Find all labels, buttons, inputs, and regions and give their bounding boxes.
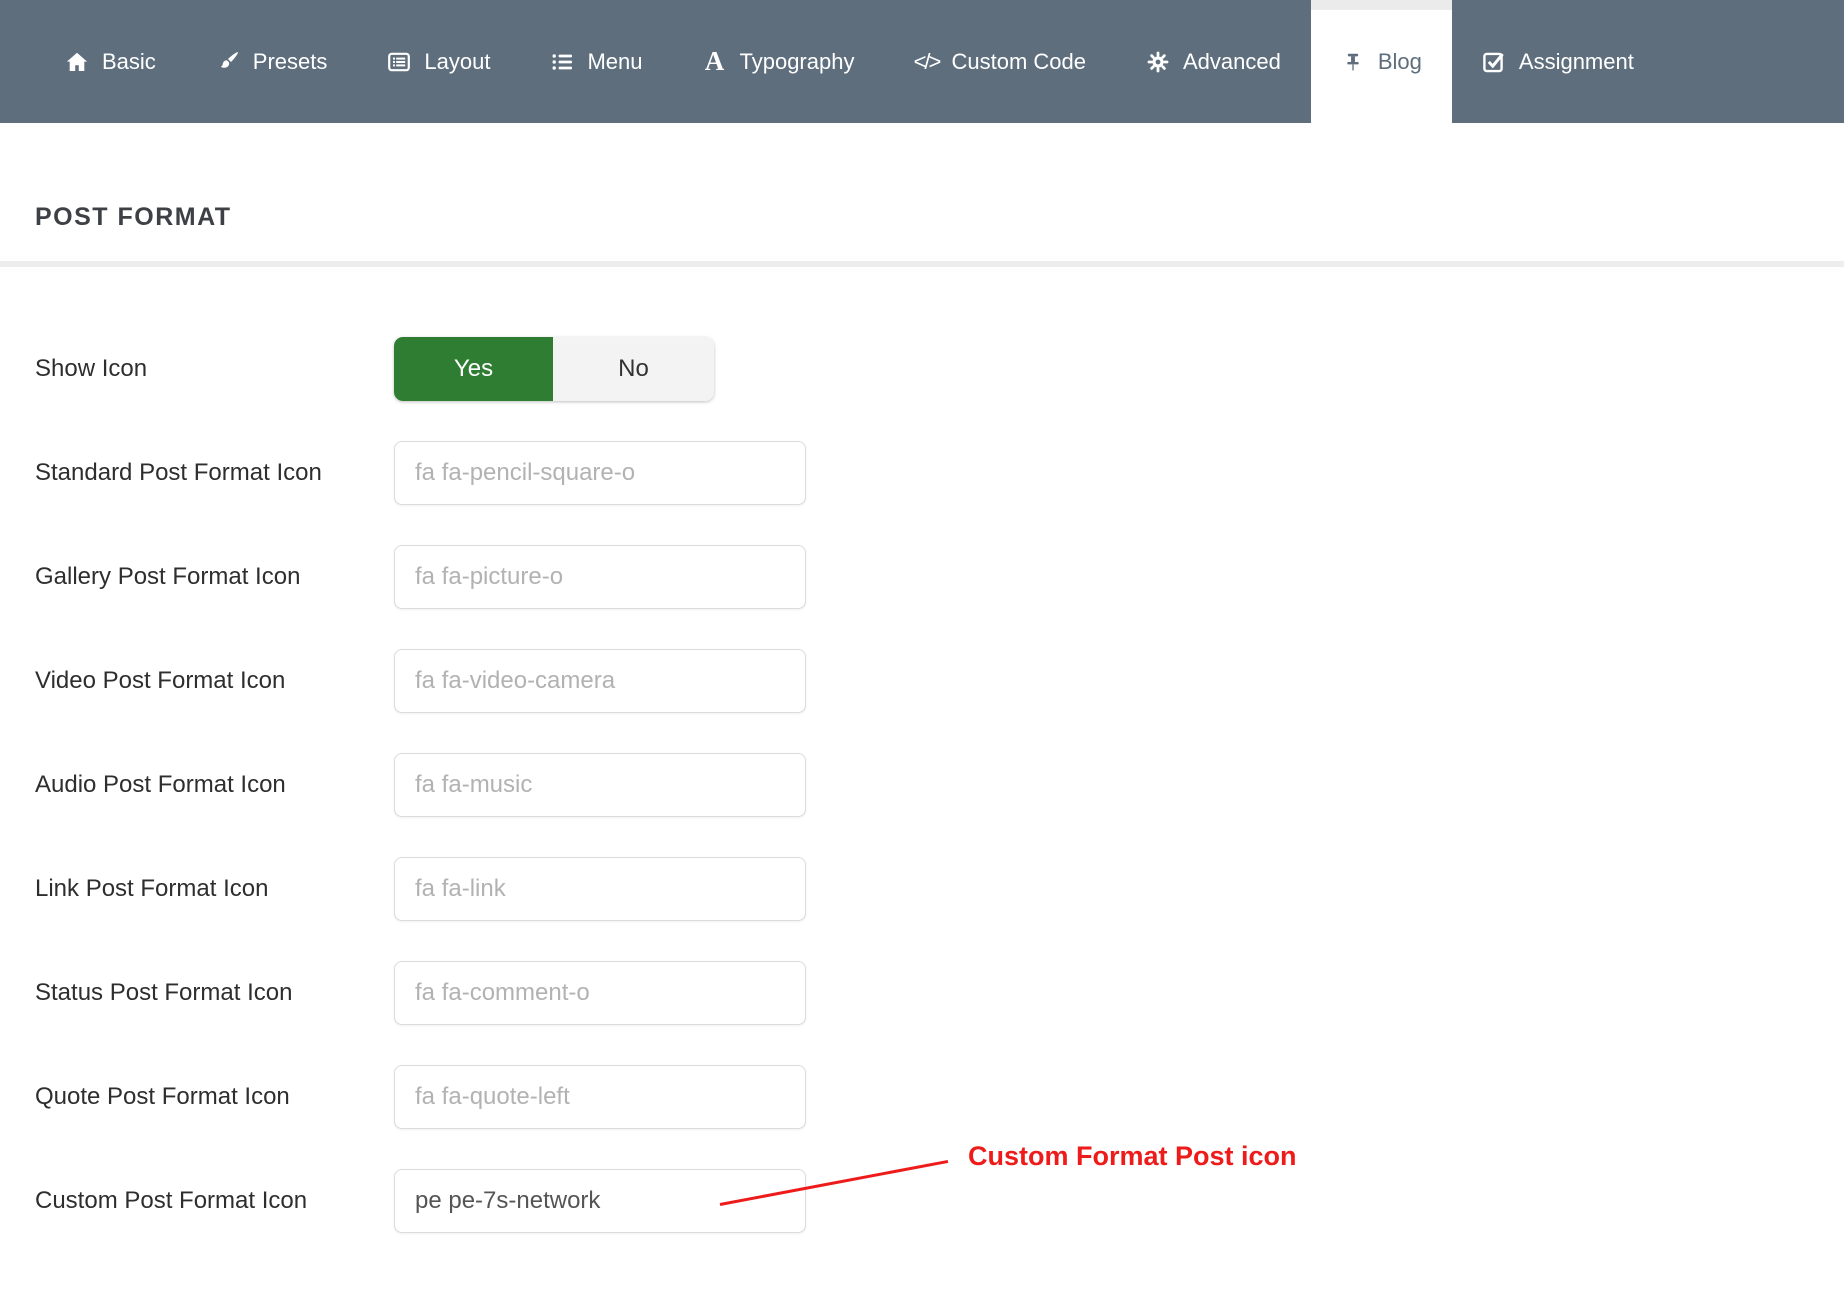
field-label: Link Post Format Icon [35, 875, 394, 903]
field-label: Gallery Post Format Icon [35, 563, 394, 591]
tab-layout[interactable]: Layout [357, 0, 520, 123]
paintbrush-icon [216, 50, 240, 74]
show-icon-no-button[interactable]: No [553, 337, 714, 401]
standard-icon-input[interactable] [394, 441, 806, 505]
check-square-icon [1482, 50, 1506, 74]
show-icon-toggle: Yes No [394, 337, 714, 401]
gear-icon [1146, 50, 1170, 74]
field-label: Status Post Format Icon [35, 979, 394, 1007]
gallery-icon-row: Gallery Post Format Icon [35, 545, 1844, 609]
status-icon-input[interactable] [394, 961, 806, 1025]
tab-label: Assignment [1519, 51, 1634, 73]
tab-label: Menu [587, 51, 642, 73]
code-icon: </> [914, 50, 938, 74]
tab-label: Layout [424, 51, 490, 73]
link-icon-input[interactable] [394, 857, 806, 921]
tab-label: Blog [1378, 51, 1422, 73]
page-title: POST FORMAT [35, 203, 1844, 232]
menu-list-icon [550, 50, 574, 74]
tab-label: Typography [740, 51, 855, 73]
field-label: Audio Post Format Icon [35, 771, 394, 799]
tab-label: Advanced [1183, 51, 1281, 73]
post-format-form: Show Icon Yes No Standard Post Format Ic… [0, 267, 1844, 1233]
tab-typography[interactable]: A Typography [673, 0, 885, 123]
show-icon-yes-button[interactable]: Yes [394, 337, 553, 401]
quote-icon-input[interactable] [394, 1065, 806, 1129]
video-icon-row: Video Post Format Icon [35, 649, 1844, 713]
tab-label: Presets [253, 51, 328, 73]
tab-presets[interactable]: Presets [186, 0, 358, 123]
quote-icon-row: Quote Post Format Icon [35, 1065, 1844, 1129]
tab-blog[interactable]: Blog [1311, 0, 1452, 123]
field-label: Video Post Format Icon [35, 667, 394, 695]
tab-label: Basic [102, 51, 156, 73]
home-icon [65, 50, 89, 74]
gallery-icon-input[interactable] [394, 545, 806, 609]
blog-settings-page: Basic Presets Layout Menu A Typography < [0, 0, 1844, 1295]
typography-icon: A [703, 50, 727, 74]
tab-label: Custom Code [951, 51, 1086, 73]
standard-icon-row: Standard Post Format Icon [35, 441, 1844, 505]
tab-advanced[interactable]: Advanced [1116, 0, 1311, 123]
show-icon-row: Show Icon Yes No [35, 337, 1844, 401]
tab-assignment[interactable]: Assignment [1452, 0, 1664, 123]
audio-icon-input[interactable] [394, 753, 806, 817]
section-header: POST FORMAT [0, 123, 1844, 267]
status-icon-row: Status Post Format Icon [35, 961, 1844, 1025]
custom-icon-row: Custom Post Format Icon [35, 1169, 1844, 1233]
audio-icon-row: Audio Post Format Icon [35, 753, 1844, 817]
field-label: Quote Post Format Icon [35, 1083, 394, 1111]
tab-basic[interactable]: Basic [35, 0, 186, 123]
field-label: Standard Post Format Icon [35, 459, 394, 487]
layout-icon [387, 50, 411, 74]
field-label: Custom Post Format Icon [35, 1187, 394, 1215]
link-icon-row: Link Post Format Icon [35, 857, 1844, 921]
show-icon-label: Show Icon [35, 355, 394, 383]
settings-tab-bar: Basic Presets Layout Menu A Typography < [0, 0, 1844, 123]
tab-menu[interactable]: Menu [520, 0, 672, 123]
video-icon-input[interactable] [394, 649, 806, 713]
pin-icon [1341, 50, 1365, 74]
tab-custom-code[interactable]: </> Custom Code [884, 0, 1116, 123]
annotation-label: Custom Format Post icon [968, 1141, 1297, 1172]
